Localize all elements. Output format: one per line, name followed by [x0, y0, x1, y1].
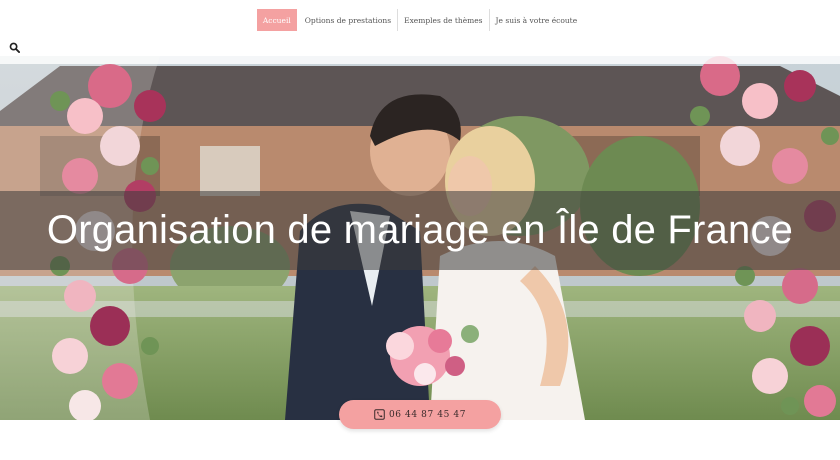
nav-item-ecoute[interactable]: Je suis à votre écoute — [490, 9, 584, 31]
top-navigation: Accueil Options de prestations Exemples … — [0, 9, 840, 31]
nav-item-accueil[interactable]: Accueil — [256, 9, 297, 31]
phone-number: 06 44 87 45 47 — [388, 409, 467, 420]
nav-item-options[interactable]: Options de prestations — [299, 9, 399, 31]
title-band: Organisation de mariage en Île de France — [0, 191, 840, 270]
search-icon[interactable] — [9, 42, 20, 53]
hero-banner: Organisation de mariage en Île de France — [0, 56, 840, 420]
phone-icon — [374, 409, 385, 420]
page-title: Organisation de mariage en Île de France — [46, 208, 794, 252]
phone-call-button[interactable]: 06 44 87 45 47 — [339, 400, 501, 429]
nav-item-themes[interactable]: Exemples de thèmes — [398, 9, 490, 31]
